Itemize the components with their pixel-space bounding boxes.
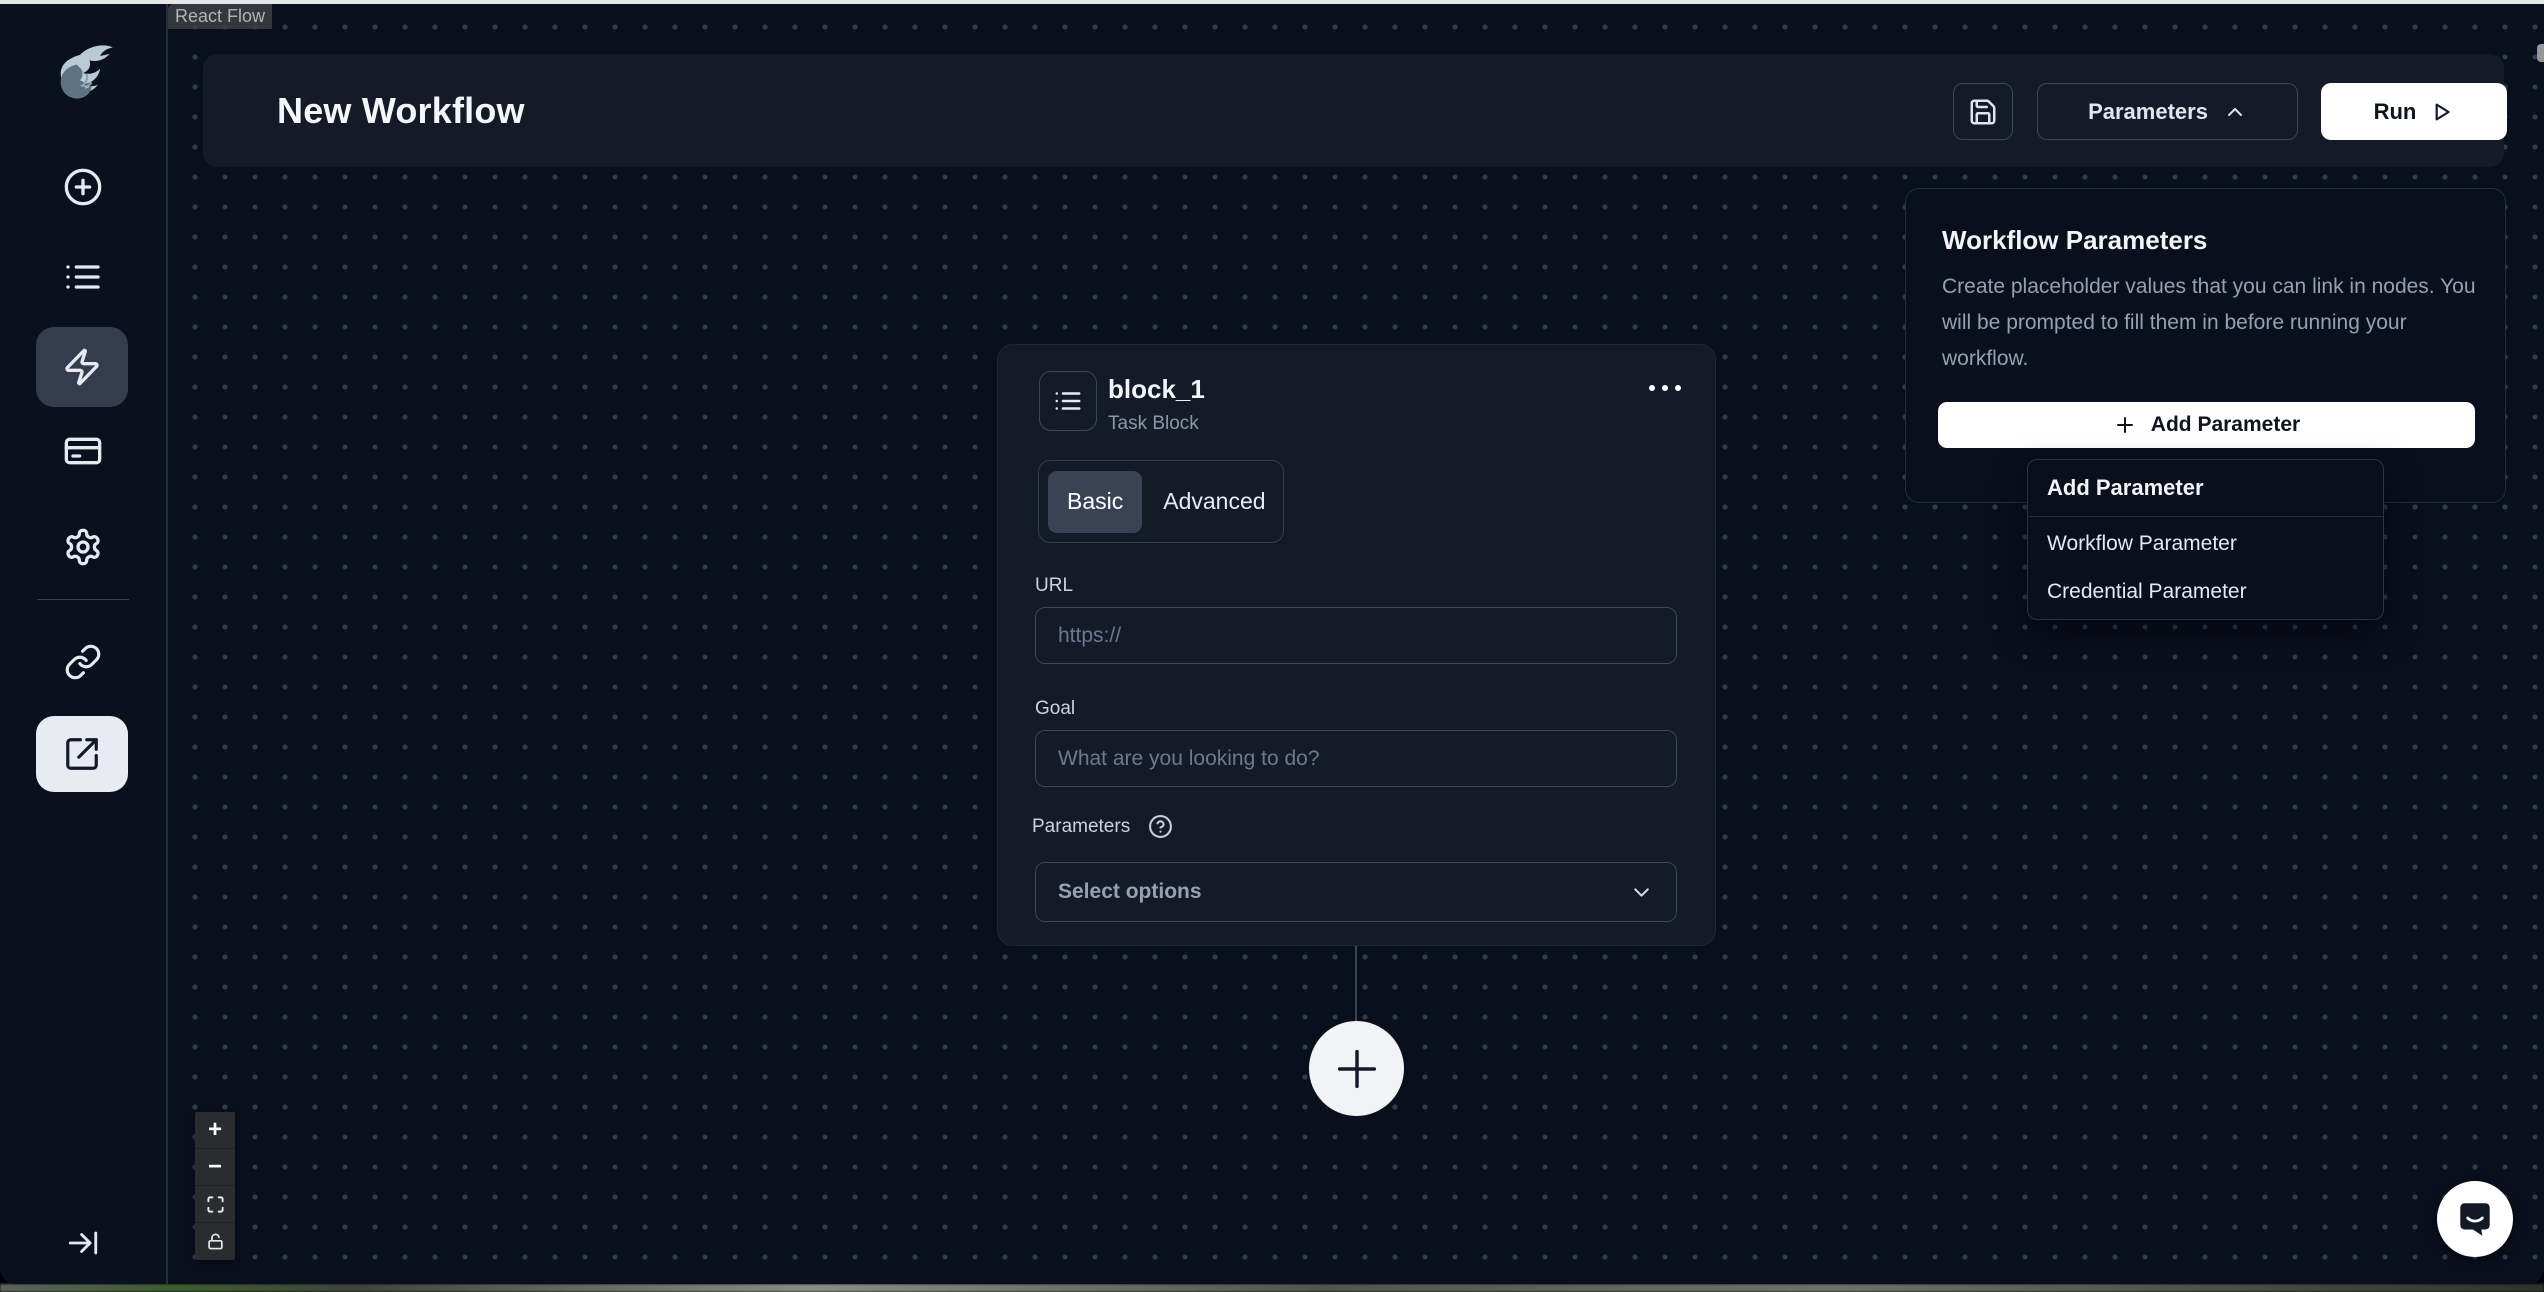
tab-basic[interactable]: Basic bbox=[1048, 470, 1143, 533]
fit-view-button[interactable] bbox=[195, 1186, 235, 1223]
parameters-toggle-button[interactable]: Parameters bbox=[2037, 83, 2298, 140]
panel-title: Workflow Parameters bbox=[1942, 225, 2208, 255]
add-block-button[interactable] bbox=[1309, 1021, 1404, 1116]
add-parameter-label: Add Parameter bbox=[2150, 413, 2301, 436]
sidebar-divider bbox=[37, 599, 129, 600]
sidebar bbox=[0, 4, 166, 1284]
list-icon bbox=[1055, 392, 1081, 410]
block-menu-button[interactable] bbox=[1643, 375, 1687, 401]
workflow-header-bar: New Workflow Parameters Run bbox=[203, 54, 2507, 167]
arrow-right-to-line-icon bbox=[68, 1231, 98, 1255]
goal-input[interactable] bbox=[1035, 730, 1677, 787]
parameters-label: Parameters bbox=[1032, 815, 1131, 837]
window-edge-notch bbox=[2537, 44, 2544, 62]
url-input[interactable] bbox=[1035, 607, 1677, 664]
panel-description: Create placeholder values that you can l… bbox=[1942, 275, 2476, 370]
sidebar-item-external[interactable] bbox=[36, 716, 128, 792]
lock-toggle-button[interactable] bbox=[195, 1223, 235, 1260]
save-button[interactable] bbox=[1953, 83, 2013, 140]
block-title: block_1 bbox=[1108, 374, 1205, 404]
fit-view-icon bbox=[206, 1195, 224, 1213]
zoom-in-button[interactable]: + bbox=[195, 1112, 235, 1149]
react-flow-attribution[interactable]: React Flow bbox=[168, 4, 272, 29]
skyvern-app-window: New Workflow Parameters Run block_1 Task… bbox=[0, 4, 2544, 1284]
plus-circle-icon bbox=[64, 168, 102, 206]
page-title: New Workflow bbox=[277, 89, 525, 131]
lock-open-icon bbox=[207, 1233, 223, 1250]
dot bbox=[1662, 385, 1668, 391]
parameters-field-header: Parameters bbox=[1032, 814, 1173, 839]
support-chat-button[interactable] bbox=[2437, 1181, 2513, 1257]
menu-item-credential-parameter[interactable]: Credential Parameter bbox=[2028, 568, 2383, 616]
link-icon bbox=[65, 644, 101, 680]
dot bbox=[1675, 385, 1681, 391]
credit-card-icon bbox=[64, 437, 102, 465]
sidebar-item-workflows[interactable] bbox=[36, 327, 128, 407]
zoom-out-button[interactable]: − bbox=[195, 1149, 235, 1186]
dragon-logo-icon bbox=[60, 45, 113, 99]
chevron-down-icon bbox=[1634, 887, 1649, 897]
select-placeholder: Select options bbox=[1058, 880, 1202, 903]
sidebar-item-settings[interactable] bbox=[63, 527, 103, 567]
dot bbox=[1649, 385, 1655, 391]
menu-item-workflow-parameter[interactable]: Workflow Parameter bbox=[2028, 520, 2383, 568]
block-type-label: Task Block bbox=[1108, 413, 1199, 434]
external-link-icon bbox=[66, 738, 98, 770]
parameters-select[interactable]: Select options bbox=[1035, 862, 1677, 922]
sidebar-item-runs[interactable] bbox=[63, 257, 103, 297]
tab-advanced[interactable]: Advanced bbox=[1144, 471, 1284, 533]
run-button-label: Run bbox=[2373, 98, 2417, 124]
url-label: URL bbox=[1035, 575, 1074, 596]
menu-divider bbox=[2028, 516, 2383, 517]
sidebar-expand-button[interactable] bbox=[63, 1223, 103, 1263]
block-tabs: Basic Advanced bbox=[1038, 460, 1284, 543]
block-icon-box bbox=[1039, 371, 1097, 431]
list-icon bbox=[66, 265, 100, 289]
skyvern-logo[interactable] bbox=[48, 42, 116, 106]
edge-connector bbox=[1355, 946, 1357, 1023]
goal-label: Goal bbox=[1035, 698, 1076, 719]
help-circle-icon[interactable] bbox=[1148, 814, 1173, 839]
workflow-canvas[interactable]: New Workflow Parameters Run block_1 Task… bbox=[166, 4, 2544, 1284]
chat-bubble-icon bbox=[2460, 1203, 2490, 1236]
play-icon bbox=[2435, 103, 2451, 120]
sidebar-item-create[interactable] bbox=[63, 167, 103, 207]
sidebar-item-billing[interactable] bbox=[63, 431, 103, 471]
chevron-up-icon bbox=[2227, 107, 2242, 116]
canvas-controls: + − bbox=[195, 1112, 235, 1260]
plus-icon bbox=[1337, 1049, 1376, 1088]
add-parameter-button[interactable]: Add Parameter bbox=[1938, 402, 2475, 448]
parameters-button-label: Parameters bbox=[2088, 98, 2208, 124]
sidebar-item-integrations[interactable] bbox=[63, 642, 103, 682]
run-button[interactable]: Run bbox=[2321, 83, 2507, 140]
plus-icon bbox=[2116, 417, 2133, 433]
gear-icon bbox=[66, 528, 100, 566]
task-block-node[interactable]: block_1 Task Block Basic Advanced URL Go… bbox=[997, 344, 1716, 946]
save-icon bbox=[1970, 99, 1996, 124]
workflow-parameters-panel: Workflow Parameters Create placeholder v… bbox=[1905, 188, 2506, 503]
zap-icon bbox=[65, 348, 99, 386]
menu-header: Add Parameter bbox=[2047, 475, 2204, 500]
desktop-background bbox=[0, 1284, 2544, 1292]
add-parameter-menu: Add Parameter Workflow Parameter Credent… bbox=[2027, 459, 2384, 620]
